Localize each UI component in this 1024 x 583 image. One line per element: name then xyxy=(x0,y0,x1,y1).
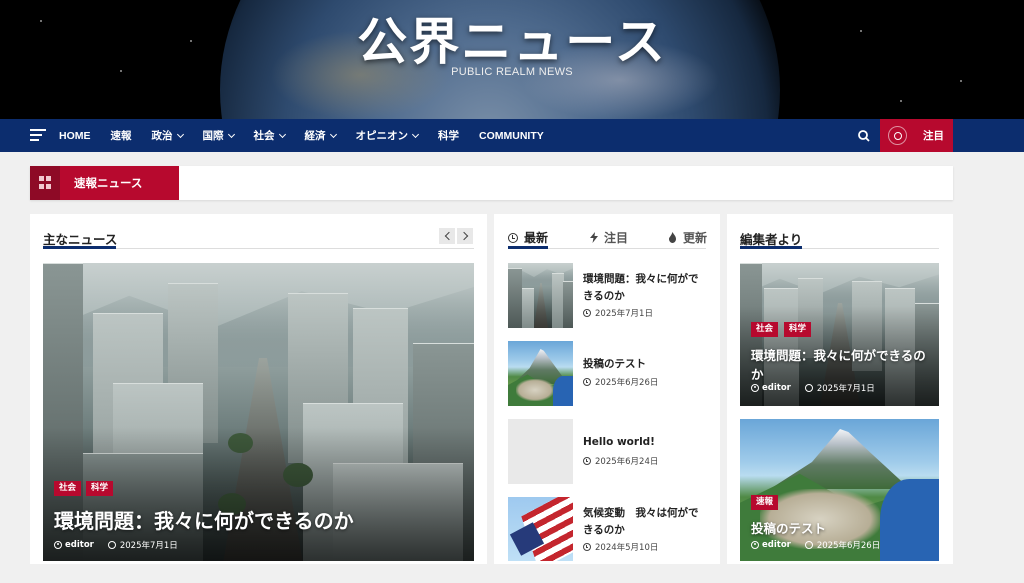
slider-prev-button[interactable] xyxy=(439,228,455,244)
slider-next-button[interactable] xyxy=(457,228,473,244)
post-title-link[interactable]: 投稿のテスト xyxy=(583,356,708,373)
nav-item[interactable]: 経済 xyxy=(305,128,337,143)
nav-item[interactable]: 政治 xyxy=(152,128,184,143)
post-date: 2025年7月1日 xyxy=(583,307,653,319)
clock-icon xyxy=(583,457,591,465)
author-link[interactable]: editor xyxy=(751,540,791,550)
post-thumbnail[interactable] xyxy=(508,263,573,328)
clock-icon xyxy=(804,541,813,549)
chevron-down-icon xyxy=(176,130,184,138)
post-date: 2024年5月10日 xyxy=(583,541,658,553)
nav-item[interactable]: 社会 xyxy=(254,128,286,143)
nav-item[interactable]: 国際 xyxy=(203,128,235,143)
clock-icon xyxy=(583,543,591,551)
post-thumbnail-placeholder[interactable] xyxy=(508,419,573,484)
category-badge[interactable]: 科学 xyxy=(784,322,812,337)
tab-updated[interactable]: 更新 xyxy=(668,229,707,246)
post-date: 2025年6月26日 xyxy=(583,376,658,388)
featured-headline[interactable]: 環境問題：我々に何ができるのか xyxy=(54,505,464,534)
post-date: 2025年7月1日 xyxy=(816,384,875,394)
breaking-news-label: 速報ニュース xyxy=(60,166,179,200)
featured-meta: editor 2025年7月1日 xyxy=(54,539,178,551)
editor-card-headline[interactable]: 環境問題：我々に何ができるのか xyxy=(751,345,936,383)
nav-item[interactable]: オピニオン xyxy=(356,128,420,143)
nav-item[interactable]: 科学 xyxy=(438,128,459,143)
trending-label[interactable]: 注目 xyxy=(914,119,953,152)
main-navigation: HOME 速報 政治 国際 社会 経済 オピニオン 科学 COMMUNITY xyxy=(0,119,1024,152)
trending-toggle-button[interactable] xyxy=(880,119,914,152)
site-tagline: PUBLIC REALM NEWS xyxy=(451,66,573,78)
clock-icon xyxy=(804,384,813,392)
editor-card-meta: editor 2025年7月1日 xyxy=(751,382,875,394)
post-thumbnail[interactable] xyxy=(508,497,573,561)
post-date: 2025年7月1日 xyxy=(119,541,178,551)
editor-card-meta: editor 2025年6月26日 xyxy=(751,539,880,551)
user-icon xyxy=(751,541,759,549)
target-icon xyxy=(888,126,907,145)
search-icon[interactable] xyxy=(856,128,872,144)
hamburger-menu-icon[interactable] xyxy=(30,129,46,142)
clock-icon xyxy=(583,378,591,386)
post-thumbnail[interactable] xyxy=(508,341,573,406)
chevron-down-icon xyxy=(329,130,337,138)
clock-icon xyxy=(583,309,591,317)
chevron-down-icon xyxy=(278,130,286,138)
bolt-icon xyxy=(590,232,598,243)
chevron-down-icon xyxy=(227,130,235,138)
category-badge[interactable]: 科学 xyxy=(86,481,114,496)
post-title-link[interactable]: Hello world! xyxy=(583,434,708,451)
post-title-link[interactable]: 環境問題：我々に何ができるのか xyxy=(583,271,708,304)
post-date: 2025年6月26日 xyxy=(816,541,881,551)
clock-icon xyxy=(107,541,116,549)
author-link[interactable]: editor xyxy=(54,540,94,550)
post-title-link[interactable]: 気候変動 我々は何ができるのか xyxy=(583,505,708,538)
tab-latest[interactable]: 最新 xyxy=(508,229,548,246)
nav-item[interactable]: 速報 xyxy=(111,128,132,143)
breaking-news-bar: 速報ニュース xyxy=(30,166,953,200)
category-badge[interactable]: 社会 xyxy=(54,481,82,496)
chevron-down-icon xyxy=(411,130,420,138)
post-date: 2025年6月24日 xyxy=(583,455,658,467)
editor-card-headline[interactable]: 投稿のテスト xyxy=(751,518,936,537)
nav-item[interactable]: HOME xyxy=(59,130,91,142)
author-link[interactable]: editor xyxy=(751,383,791,393)
nav-menu: HOME 速報 政治 国際 社会 経済 オピニオン 科学 COMMUNITY xyxy=(59,119,564,152)
category-badge[interactable]: 社会 xyxy=(751,322,779,337)
grid-icon xyxy=(30,166,60,200)
tab-trending[interactable]: 注目 xyxy=(590,229,628,246)
user-icon xyxy=(54,541,62,549)
site-title[interactable]: 公界ニュース xyxy=(0,2,1024,74)
fire-icon xyxy=(669,232,676,243)
nav-item[interactable]: COMMUNITY xyxy=(479,130,544,142)
site-header: 公界ニュース PUBLIC REALM NEWS xyxy=(0,0,1024,119)
clock-icon xyxy=(508,232,518,243)
user-icon xyxy=(751,384,759,392)
category-badge[interactable]: 速報 xyxy=(751,495,779,510)
